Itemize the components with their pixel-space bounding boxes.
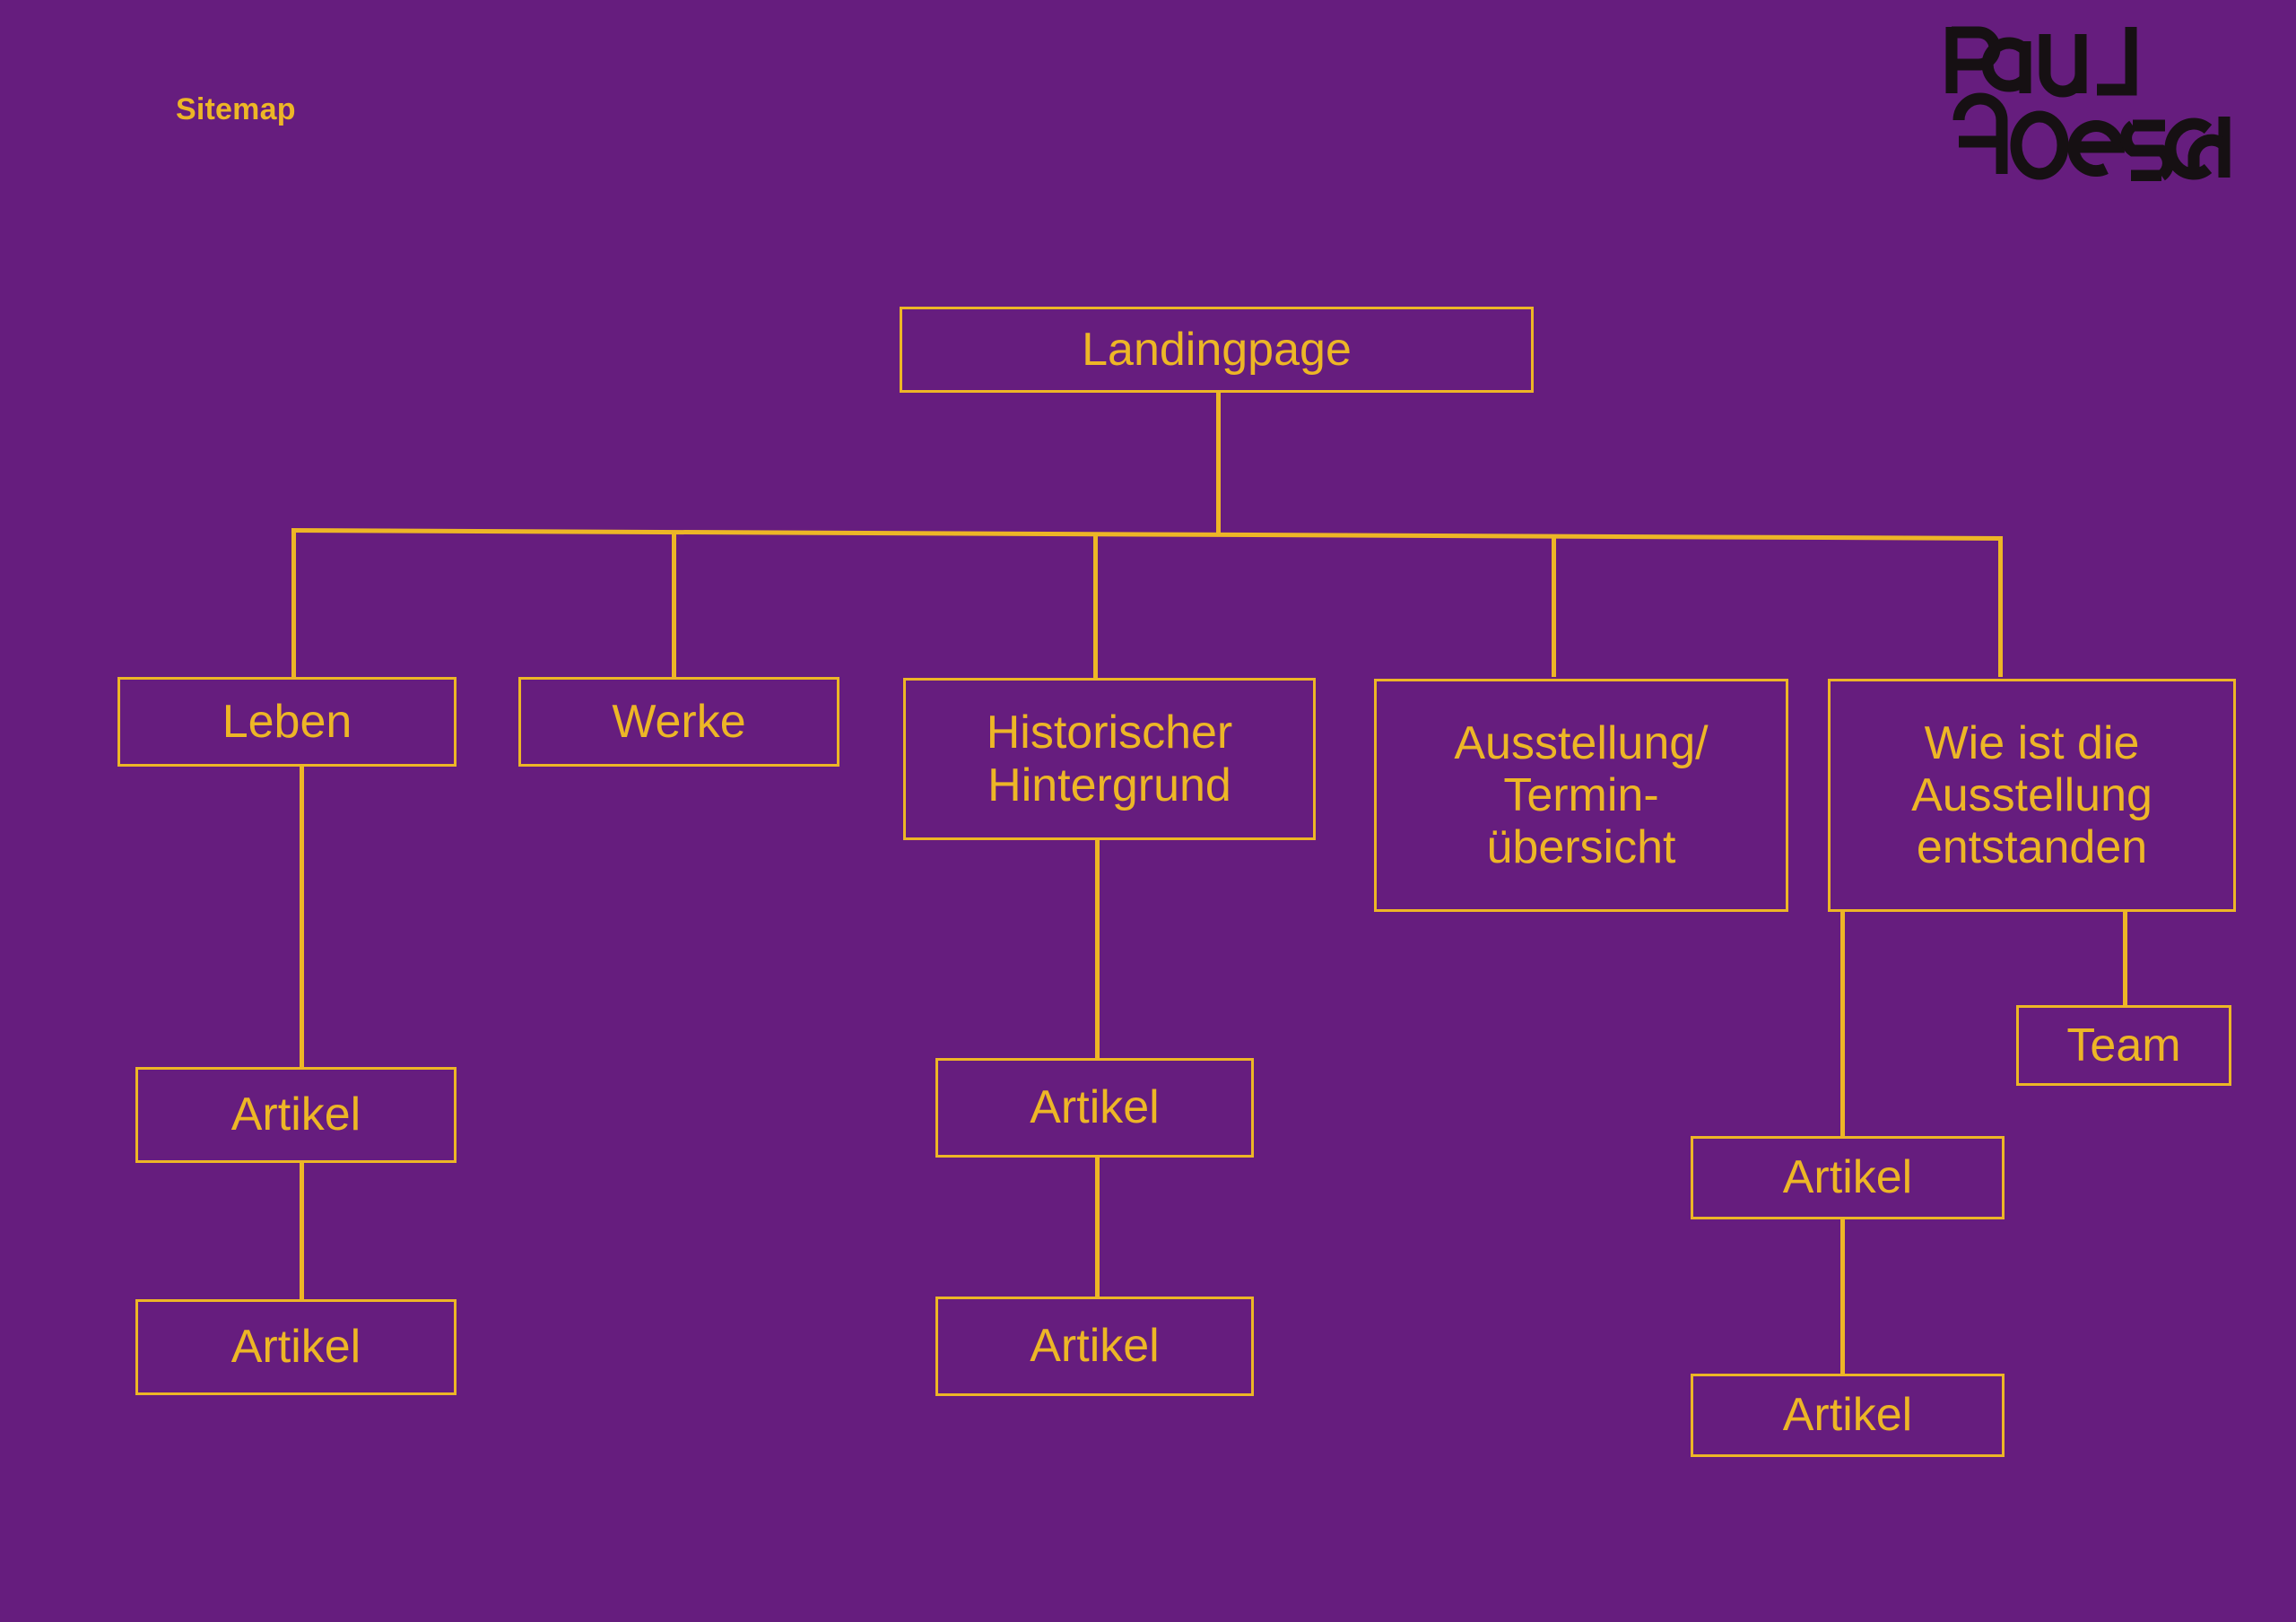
- connector-hist-artikel1-to-artikel2: [1095, 1158, 1100, 1297]
- connector-landingpage-stem: [1216, 393, 1221, 534]
- connector-leben-artikel1-to-artikel2: [300, 1163, 304, 1299]
- connector-leben-to-artikel1: [300, 767, 304, 1067]
- node-historischer-hintergrund[interactable]: Historischer Hintergrund: [903, 678, 1316, 840]
- node-wie-artikel-2[interactable]: Artikel: [1691, 1374, 2005, 1457]
- connector-wie-to-artikel1: [1840, 912, 1845, 1136]
- node-wie-artikel-1[interactable]: Artikel: [1691, 1136, 2005, 1219]
- connector-drop-ausstellung: [1552, 536, 1556, 677]
- connector-wie-artikel1-to-artikel2: [1840, 1219, 1845, 1374]
- connector-drop-historischer-hintergrund: [1093, 534, 1098, 678]
- connector-hist-to-artikel1: [1095, 840, 1100, 1058]
- connector-drop-wie-ist-die-ausstellung: [1998, 536, 2003, 677]
- connector-drop-werke: [672, 533, 676, 677]
- node-landingpage[interactable]: Landingpage: [900, 307, 1534, 393]
- sitemap-canvas: Sitemap Landingpage Leben Werke Historis…: [0, 0, 2296, 1622]
- connector-wie-to-team: [2123, 912, 2127, 1005]
- node-hist-artikel-2[interactable]: Artikel: [935, 1297, 1254, 1396]
- node-team[interactable]: Team: [2016, 1005, 2231, 1086]
- node-hist-artikel-1[interactable]: Artikel: [935, 1058, 1254, 1158]
- node-leben[interactable]: Leben: [117, 677, 457, 767]
- connector-drop-leben: [291, 531, 296, 677]
- connector-level1-bar: [291, 528, 2003, 541]
- node-werke[interactable]: Werke: [518, 677, 839, 767]
- node-ausstellung-terminuebersicht[interactable]: Ausstellung/ Termin- übersicht: [1374, 679, 1788, 912]
- page-title: Sitemap: [176, 92, 296, 126]
- node-leben-artikel-2[interactable]: Artikel: [135, 1299, 457, 1395]
- node-wie-ist-die-ausstellung-entstanden[interactable]: Wie ist die Ausstellung entstanden: [1828, 679, 2236, 912]
- paul-goesch-logo: [1939, 20, 2235, 181]
- node-leben-artikel-1[interactable]: Artikel: [135, 1067, 457, 1163]
